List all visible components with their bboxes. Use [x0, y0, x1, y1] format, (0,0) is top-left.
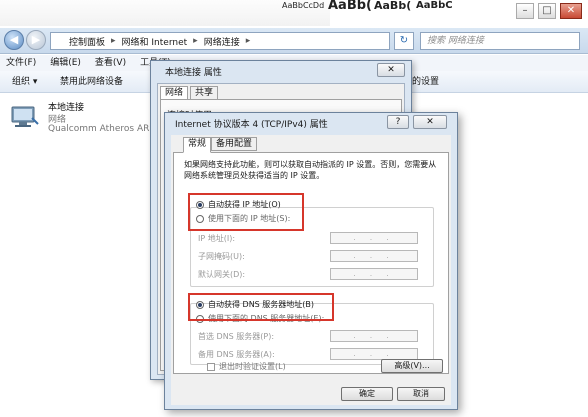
checkbox-unchecked-icon[interactable]: [207, 362, 215, 371]
refresh-icon[interactable]: ↻: [394, 32, 414, 50]
address-path-field[interactable]: 控制面板 ▸ 网络和 Internet ▸ 网络连接 ▸: [50, 32, 390, 50]
menu-file[interactable]: 文件(F): [6, 55, 36, 71]
address-bar: ◀ ▶ 控制面板 ▸ 网络和 Internet ▸ 网络连接 ▸ ↻ 搜索 网络…: [0, 28, 588, 54]
ok-button[interactable]: 确定: [341, 387, 393, 401]
network-adapter-icon: [11, 106, 39, 127]
style-sample-title[interactable]: AaBbC: [416, 0, 453, 12]
breadcrumb-control-panel[interactable]: 控制面板: [69, 35, 105, 48]
help-icon[interactable]: ?: [387, 115, 409, 129]
chevron-right-icon[interactable]: ▸: [193, 36, 198, 46]
gateway-label: 默认网关(D):: [198, 269, 246, 279]
subnet-mask-label: 子网掩码(U):: [198, 251, 245, 261]
ribbon-styles: AaBbCcDd AaBb( AaBb( AaBbC: [0, 0, 453, 26]
tab-alternate-config[interactable]: 备用配置: [211, 137, 258, 151]
chevron-right-icon[interactable]: ▸: [111, 36, 116, 46]
cancel-button[interactable]: 取消: [397, 387, 445, 401]
general-tab-panel: 如果网络支持此功能，则可以获取自动指派的 IP 设置。否则，您需要从网络系统管理…: [173, 152, 449, 374]
preferred-dns-field[interactable]: . . .: [330, 330, 418, 342]
breadcrumb-network-connections[interactable]: 网络连接: [204, 35, 240, 48]
back-arrow-icon[interactable]: ◀: [4, 30, 24, 50]
subnet-mask-row: 子网掩码(U): . . .: [198, 249, 440, 263]
ipv4-description: 如果网络支持此功能，则可以获取自动指派的 IP 设置。否则，您需要从网络系统管理…: [184, 160, 437, 180]
gateway-field[interactable]: . . .: [330, 268, 418, 280]
window-controls: – □ ✕: [516, 0, 582, 22]
properties-title: 本地连接 属性: [165, 68, 222, 78]
chevron-right-icon[interactable]: ▸: [246, 36, 251, 46]
close-icon[interactable]: ✕: [413, 115, 447, 129]
tab-general[interactable]: 常规: [183, 137, 212, 153]
validate-on-exit-checkbox[interactable]: 退出时验证设置(L): [207, 361, 286, 372]
advanced-button[interactable]: 高级(V)...: [381, 359, 443, 373]
disable-device-button[interactable]: 禁用此网络设备: [60, 71, 123, 93]
tab-network[interactable]: 网络: [160, 86, 189, 100]
organize-button[interactable]: 组织 ▾: [12, 71, 37, 93]
close-icon[interactable]: ✕: [560, 3, 582, 19]
adapter-device: Qualcomm Atheros AR8: [48, 124, 156, 134]
local-connection-item[interactable]: 本地连接 网络 Qualcomm Atheros AR8: [10, 100, 160, 150]
gateway-row: 默认网关(D): . . .: [198, 267, 440, 281]
ip-address-field[interactable]: . . .: [330, 232, 418, 244]
ipv4-properties-dialog: Internet 协议版本 4 (TCP/IPv4) 属性 ? ✕ 常规 备用配…: [164, 112, 458, 410]
close-icon[interactable]: ✕: [377, 63, 405, 77]
alternate-dns-label: 备用 DNS 服务器(A):: [198, 349, 275, 359]
highlight-box-ip: [188, 193, 304, 231]
forward-arrow-icon[interactable]: ▶: [26, 30, 46, 50]
preferred-dns-row: 首选 DNS 服务器(P): . . .: [198, 329, 440, 343]
search-input[interactable]: 搜索 网络连接: [420, 32, 580, 50]
ipv4-body: 常规 备用配置 如果网络支持此功能，则可以获取自动指派的 IP 设置。否则，您需…: [171, 135, 451, 405]
style-sample-heading2[interactable]: AaBb(: [374, 0, 411, 12]
highlight-box-dns: [188, 293, 334, 321]
ipv4-title: Internet 协议版本 4 (TCP/IPv4) 属性: [175, 120, 328, 130]
menu-view[interactable]: 查看(V): [95, 55, 126, 71]
ip-address-label: IP 地址(I):: [198, 233, 236, 243]
style-sample-normal[interactable]: AaBbCcDd: [282, 0, 324, 12]
style-sample-heading1[interactable]: AaBb(: [328, 0, 372, 12]
ip-address-row: IP 地址(I): . . .: [198, 231, 440, 245]
breadcrumb-network-internet[interactable]: 网络和 Internet: [122, 35, 188, 48]
tab-sharing[interactable]: 共享: [190, 86, 219, 100]
preferred-dns-label: 首选 DNS 服务器(P):: [198, 331, 275, 341]
minimize-icon[interactable]: –: [516, 3, 534, 19]
subnet-mask-field[interactable]: . . .: [330, 250, 418, 262]
word-ribbon-strip: AaBbCcDd AaBb( AaBb( AaBbC – □ ✕: [0, 0, 588, 26]
menu-edit[interactable]: 编辑(E): [50, 55, 81, 71]
validate-label: 退出时验证设置(L): [219, 362, 286, 371]
change-settings-button[interactable]: 的设置: [412, 71, 439, 93]
maximize-icon[interactable]: □: [538, 3, 556, 19]
